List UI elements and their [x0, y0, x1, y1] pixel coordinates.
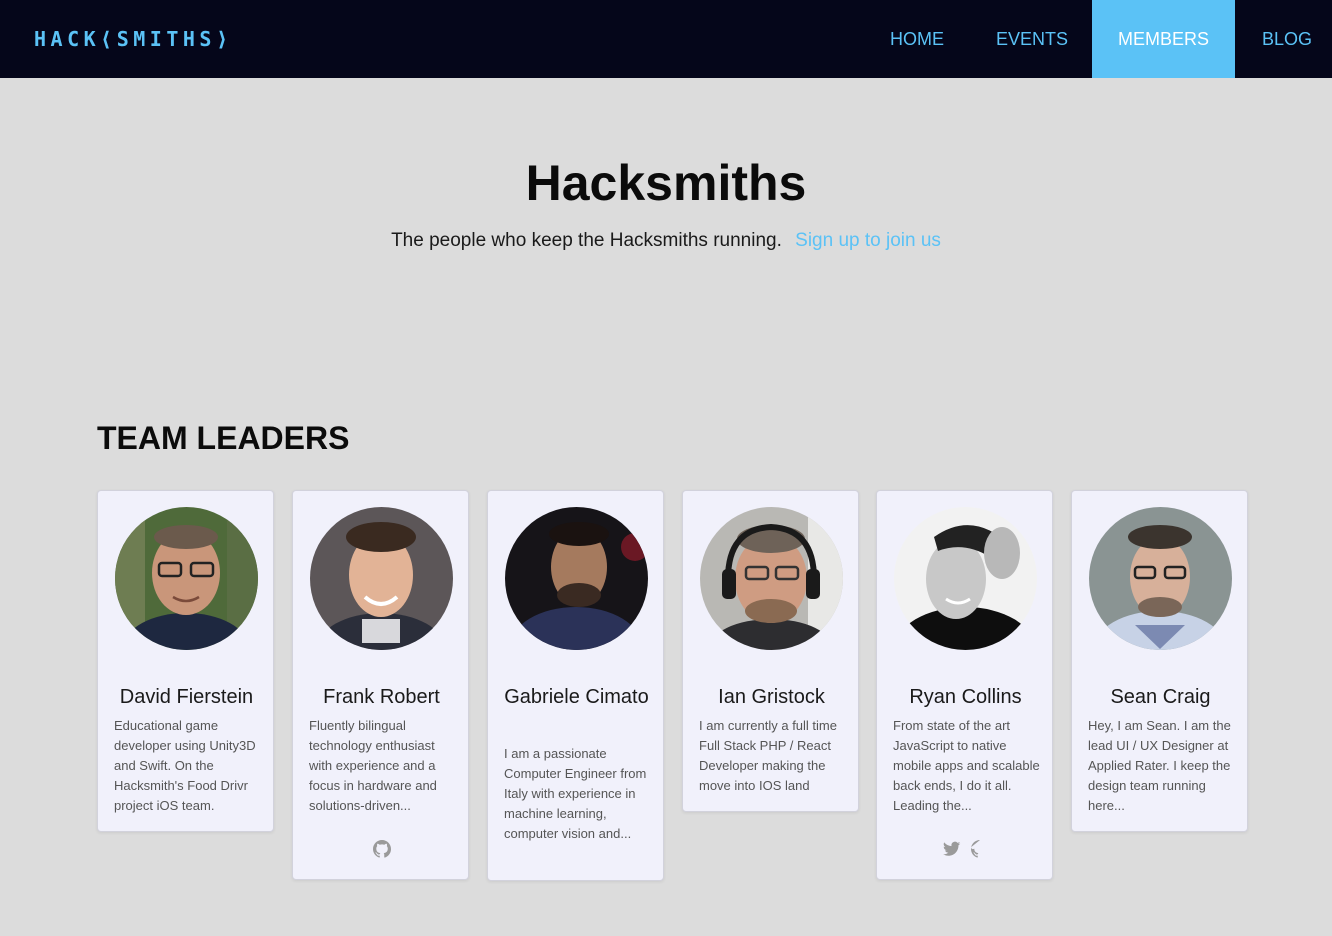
avatar: [505, 507, 648, 650]
page-subtitle: The people who keep the Hacksmiths runni…: [0, 230, 1332, 252]
site-logo[interactable]: HACK⟨SMITHS⟩: [34, 27, 233, 51]
github-icon[interactable]: [372, 840, 391, 858]
nav-events[interactable]: EVENTS: [980, 0, 1084, 78]
twitter-icon[interactable]: [942, 840, 961, 858]
avatar: [700, 507, 843, 650]
member-bio: From state of the art JavaScript to nati…: [893, 718, 1040, 813]
nav-home[interactable]: HOME: [872, 0, 962, 78]
nav-blog[interactable]: BLOG: [1244, 0, 1330, 78]
nav-members[interactable]: MEMBERS: [1092, 0, 1235, 78]
member-bio: Educational game developer using Unity3D…: [114, 718, 256, 813]
member-bio: I am a passionate Computer Engineer from…: [504, 746, 647, 841]
member-socials: [877, 840, 1054, 858]
member-card[interactable]: David Fierstein Educational game develop…: [97, 490, 274, 832]
avatar: [1089, 507, 1232, 650]
member-name: David Fierstein: [119, 686, 254, 708]
member-name: Ian Gristock: [718, 686, 825, 708]
member-socials: [293, 840, 470, 858]
member-name: Sean Craig: [1110, 686, 1211, 708]
member-bio: I am currently a full time Full Stack PH…: [699, 718, 837, 793]
member-card[interactable]: Frank Robert Fluently bilingual technolo…: [292, 490, 469, 880]
avatar: [894, 507, 1037, 650]
subtitle-text: The people who keep the Hacksmiths runni…: [391, 230, 782, 251]
member-name: Frank Robert: [323, 686, 440, 708]
section-title: TEAM LEADERS: [97, 420, 350, 456]
page-title: Hacksmiths: [525, 155, 807, 211]
github-icon[interactable]: [970, 840, 989, 858]
member-bio: Fluently bilingual technology enthusiast…: [309, 718, 437, 813]
member-card[interactable]: Ryan Collins From state of the art JavaS…: [876, 490, 1053, 880]
member-card[interactable]: Ian Gristock I am currently a full time …: [682, 490, 859, 812]
member-card[interactable]: Sean Craig Hey, I am Sean. I am the lead…: [1071, 490, 1248, 832]
avatar: [310, 507, 453, 650]
navbar: HACK⟨SMITHS⟩ HOME EVENTS MEMBERS BLOG: [0, 0, 1332, 78]
avatar: [115, 507, 258, 650]
signup-link[interactable]: Sign up to join us: [795, 230, 941, 251]
member-bio: Hey, I am Sean. I am the lead UI / UX De…: [1088, 718, 1231, 813]
member-card[interactable]: Gabriele Cimato I am a passionate Comput…: [487, 490, 664, 881]
member-name: Gabriele Cimato: [504, 686, 649, 708]
member-name: Ryan Collins: [909, 686, 1022, 708]
